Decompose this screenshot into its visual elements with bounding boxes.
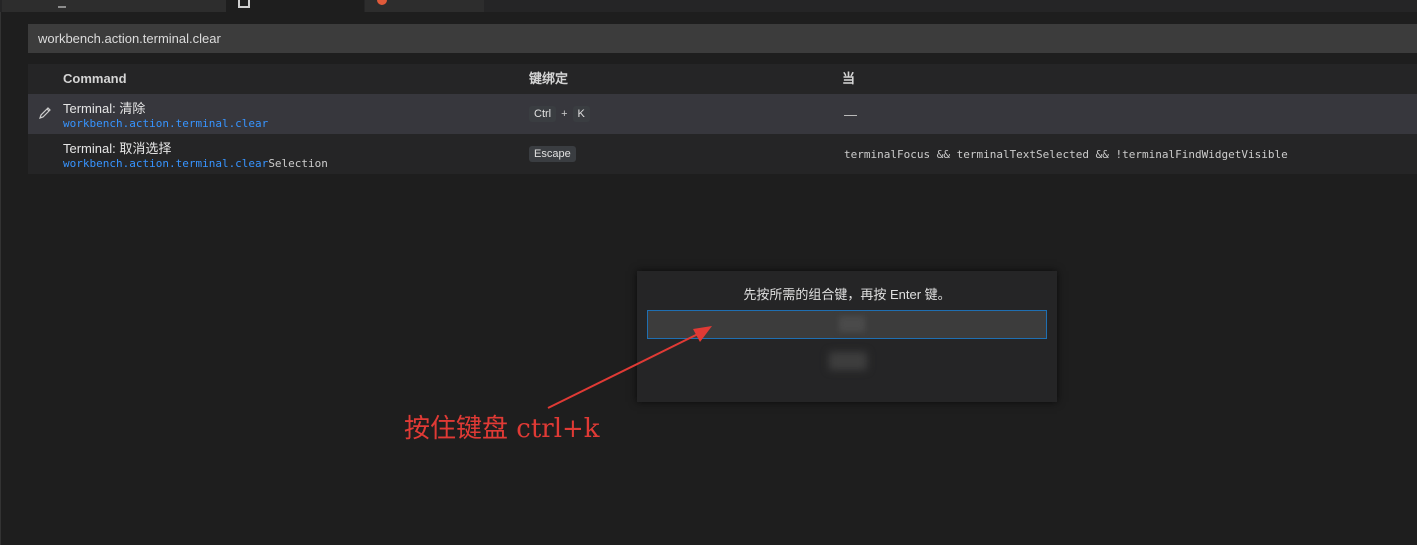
keybindings-table-header: Command 键绑定 当 [28, 64, 1417, 94]
define-keybinding-dialog: 先按所需的组合键，再按 Enter 键。 [637, 271, 1057, 402]
dot-icon [377, 0, 387, 5]
keybinding-cell[interactable]: Ctrl + K [529, 106, 590, 122]
command-id-rest: Selection [268, 157, 328, 170]
command-id-match: workbench.action.terminal.clear [63, 117, 269, 130]
tab-settings-json[interactable] [2, 0, 226, 12]
command-id: workbench.action.terminal.clearSelection [63, 157, 328, 170]
annotation-text: 按住键盘 ctrl+k [404, 414, 600, 444]
keybindings-search-box[interactable] [28, 24, 1417, 53]
when-cell: terminalFocus && terminalTextSelected &&… [844, 148, 1288, 161]
key-k: K [572, 106, 590, 122]
command-title: Terminal: 清除 [63, 101, 146, 116]
table-row[interactable]: Terminal: 清除 workbench.action.terminal.c… [28, 94, 1417, 134]
tab-other[interactable] [365, 0, 484, 12]
dialog-message: 先按所需的组合键，再按 Enter 键。 [743, 287, 951, 302]
redacted-key-preview [839, 316, 865, 332]
redacted-existing-binding [829, 352, 867, 370]
key-separator: + [561, 108, 568, 120]
keybinding-cell[interactable]: Escape [529, 146, 576, 162]
keyboard-icon [238, 0, 250, 8]
column-header-keybinding: 键绑定 [529, 71, 569, 86]
keybindings-search-input[interactable] [28, 24, 1417, 53]
column-header-command: Command [63, 71, 127, 86]
key-ctrl: Ctrl [529, 106, 557, 122]
command-id: workbench.action.terminal.clear [63, 117, 268, 130]
file-icon [58, 0, 66, 8]
command-id-match: workbench.action.terminal.clear [63, 157, 269, 170]
pencil-icon[interactable] [38, 106, 52, 120]
editor-left-border [0, 12, 1, 545]
tab-keyboard-shortcuts[interactable] [226, 0, 364, 12]
command-title: Terminal: 取消选择 [63, 141, 172, 156]
table-row[interactable]: Terminal: 取消选择 workbench.action.terminal… [28, 134, 1417, 174]
column-header-when: 当 [842, 71, 856, 86]
when-cell: — [844, 107, 857, 122]
key-escape: Escape [529, 146, 576, 162]
editor-tab-strip [0, 0, 1417, 12]
